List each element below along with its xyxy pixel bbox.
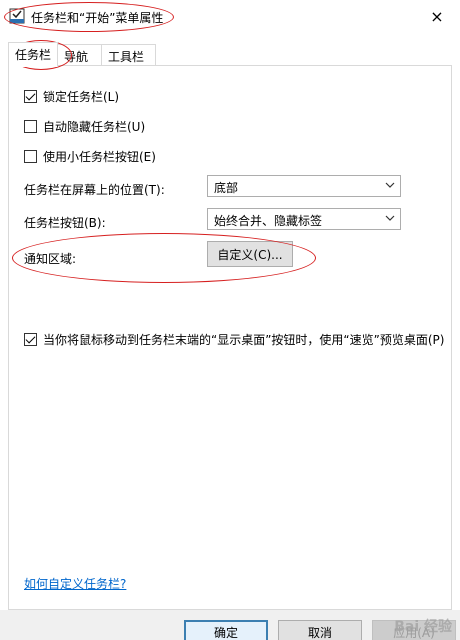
lock-taskbar-checkbox[interactable]	[24, 90, 37, 103]
buttons-setting-label: 任务栏按钮(B):	[24, 216, 106, 230]
cancel-button-label: 取消	[307, 625, 332, 640]
cancel-button[interactable]: 取消	[278, 620, 362, 640]
tab-strip: 任务栏 导航 工具栏	[0, 42, 460, 67]
close-icon: ×	[430, 6, 444, 26]
tab-taskbar[interactable]: 任务栏	[8, 42, 58, 67]
notification-area-label: 通知区域:	[24, 252, 77, 266]
taskbar-properties-icon	[9, 8, 25, 24]
buttons-setting-select[interactable]: 始终合并、隐藏标签	[207, 208, 401, 230]
peek-checkbox[interactable]	[24, 333, 37, 346]
window-title: 任务栏和“开始”菜单属性	[31, 11, 164, 25]
auto-hide-option[interactable]: 自动隐藏任务栏(U)	[24, 118, 145, 135]
position-value: 底部	[214, 181, 239, 195]
small-buttons-label: 使用小任务栏按钮(E)	[43, 150, 156, 164]
tab-navigation[interactable]: 导航	[57, 44, 102, 66]
customize-button[interactable]: 自定义(C)...	[207, 241, 293, 267]
watermark: Bai 经验	[394, 619, 452, 635]
buttons-setting-value: 始终合并、隐藏标签	[214, 214, 323, 228]
tab-toolbars[interactable]: 工具栏	[101, 44, 156, 66]
small-buttons-option[interactable]: 使用小任务栏按钮(E)	[24, 148, 156, 165]
chevron-down-icon	[385, 182, 395, 188]
position-label: 任务栏在屏幕上的位置(T):	[24, 183, 165, 197]
customize-button-label: 自定义(C)...	[217, 247, 283, 262]
title-bar: 任务栏和“开始”菜单属性 ×	[0, 0, 460, 34]
lock-taskbar-option[interactable]: 锁定任务栏(L)	[24, 88, 119, 105]
ok-button[interactable]: 确定	[184, 620, 268, 640]
help-link[interactable]: 如何自定义任务栏?	[24, 575, 126, 592]
close-button[interactable]: ×	[414, 0, 460, 32]
auto-hide-checkbox[interactable]	[24, 120, 37, 133]
chevron-down-icon	[385, 215, 395, 221]
peek-label: 当你将鼠标移动到任务栏末端的“显示桌面”按钮时，使用“速览”预览桌面(P)	[43, 333, 445, 347]
small-buttons-checkbox[interactable]	[24, 150, 37, 163]
peek-option[interactable]: 当你将鼠标移动到任务栏末端的“显示桌面”按钮时，使用“速览”预览桌面(P)	[24, 331, 444, 348]
position-select[interactable]: 底部	[207, 175, 401, 197]
lock-taskbar-label: 锁定任务栏(L)	[43, 90, 120, 104]
ok-button-label: 确定	[213, 625, 238, 640]
auto-hide-label: 自动隐藏任务栏(U)	[43, 120, 146, 134]
